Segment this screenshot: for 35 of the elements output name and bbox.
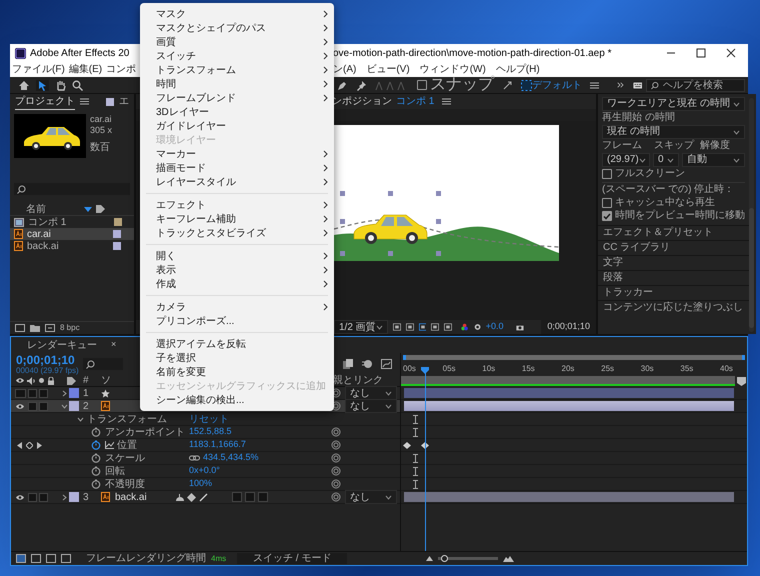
field-label: フレーム [602, 140, 643, 152]
property-name: 位置 [117, 438, 137, 452]
window-title: ove-motion-path-direction\move-motion-path-direction-01.aep * [333, 46, 612, 60]
column-header: # [83, 374, 90, 388]
time-ruler-label: 15s [522, 363, 535, 375]
checkbox-label: フルスクリーン [615, 168, 685, 180]
time-ruler-label: 00s [403, 363, 416, 375]
layer-number: 3 [83, 490, 90, 504]
file-info-text: car.ai [90, 114, 112, 125]
time-ruler-label: 40s [720, 363, 733, 375]
layer-number: 2 [83, 400, 90, 414]
field-label: (スペースバー での) 停止時： [602, 184, 736, 196]
field-label: スキップ [654, 140, 694, 152]
file-info-text: 305 x [90, 125, 112, 136]
checkbox-label: 時間をプレビュー時間に移動 [615, 210, 745, 222]
time-ruler-label: 30s [640, 363, 654, 375]
checkbox-label: キャッシュ中なら再生 [615, 197, 715, 209]
field-label: 再生開始 の時間 [602, 112, 676, 124]
layer-number: 1 [83, 386, 90, 400]
property-name: 回転 [105, 464, 125, 478]
time-ruler-label: 10s [482, 363, 496, 375]
property-name: 不透明度 [105, 478, 145, 492]
property-name: スケール [105, 452, 145, 466]
file-info-text: 数百 [90, 142, 111, 153]
time-ruler-label: 35s [680, 363, 694, 375]
time-ruler-label: 05s [442, 363, 456, 375]
time-ruler-label: 20s [562, 363, 574, 375]
render-time-label: フレームレンダリング時間 [86, 552, 206, 566]
field-label: 解像度 [700, 140, 730, 152]
frame-info: 00040 (29.97 fps) [16, 366, 80, 374]
time-ruler-label: 25s [601, 363, 614, 375]
render-time-value: 4ms [211, 552, 226, 564]
window-title: Adobe After Effects 20 [30, 46, 130, 60]
property-name: アンカーポイント [105, 426, 185, 440]
snap-label: スナップ [430, 74, 494, 95]
